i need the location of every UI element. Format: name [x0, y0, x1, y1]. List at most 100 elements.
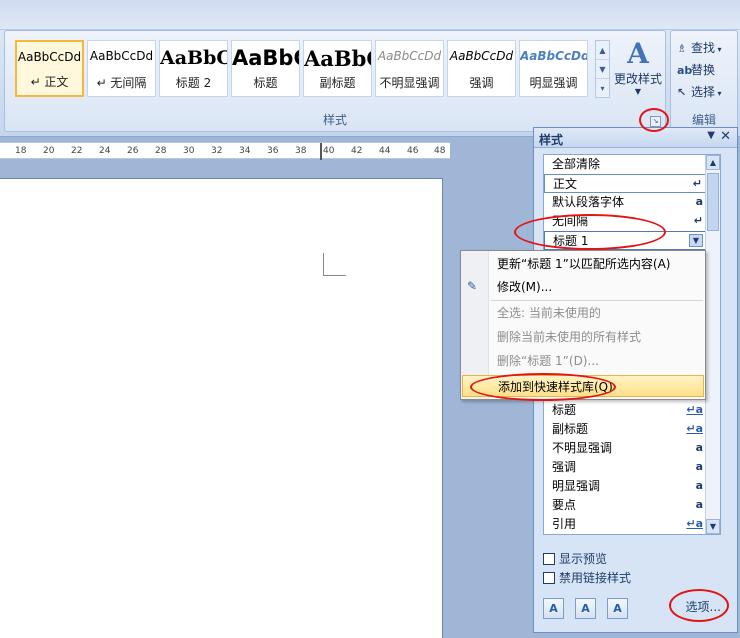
- character-style-icon: a: [695, 498, 703, 511]
- style-item-emphasis[interactable]: 强调 a: [544, 458, 706, 477]
- menu-separator: [491, 300, 703, 301]
- pane-header: 样式 ▼ ✕: [534, 128, 737, 148]
- disable-linked-label: 禁用链接样式: [559, 571, 632, 585]
- style-item-clear-all[interactable]: 全部清除: [544, 155, 706, 174]
- annotation-circle-add-gallery: [470, 373, 616, 401]
- gallery-item-heading-2[interactable]: AaBbC 标题 2: [159, 40, 228, 97]
- style-item-normal[interactable]: 正文 ↵: [544, 174, 706, 193]
- menu-item-remove-unused[interactable]: 删除当前未使用的所有样式: [462, 326, 704, 348]
- paragraph-mark-icon: ↵: [692, 177, 702, 190]
- style-item-intense-emphasis[interactable]: 明显强调 a: [544, 477, 706, 496]
- gallery-scrollbar: ▲ ▼ ▾: [595, 40, 610, 98]
- close-icon[interactable]: ✕: [720, 129, 731, 144]
- quick-style-gallery: AaBbCcDd ↵ 正文 AaBbCcDd ↵ 无间隔 AaBbC 标题 2 …: [15, 40, 593, 98]
- annotation-circle-heading: [514, 214, 666, 250]
- menu-item-delete-style[interactable]: 删除“标题 1”(D)...: [462, 350, 704, 372]
- scroll-thumb[interactable]: [707, 173, 719, 231]
- style-item-strong[interactable]: 要点 a: [544, 496, 706, 515]
- gallery-sample: AaBbC: [232, 46, 299, 70]
- ruler-tick: 30: [183, 146, 195, 156]
- menu-item-modify[interactable]: 修改(M)...: [462, 276, 704, 298]
- chevron-down-icon: ▼: [634, 87, 642, 96]
- gallery-down-button[interactable]: ▼: [596, 60, 609, 79]
- scroll-up-icon[interactable]: ▲: [706, 155, 720, 170]
- gallery-sample: AaBbCcDd: [17, 50, 82, 64]
- style-item-label: 明显强调: [552, 479, 601, 493]
- gallery-sample: AaBbCcDd: [520, 49, 587, 63]
- change-styles-button[interactable]: A 更改样式 ▼: [613, 37, 663, 109]
- pane-options-dropdown-icon[interactable]: ▼: [707, 130, 715, 141]
- change-styles-icon: A: [627, 37, 649, 70]
- replace-label: 替换: [691, 63, 716, 77]
- ruler-tick: 20: [43, 146, 55, 156]
- style-inspector-button[interactable]: A: [575, 598, 596, 619]
- gallery-name: 不明显强调: [379, 76, 440, 90]
- gallery-sample: AaBbCcDd: [449, 49, 514, 63]
- styles-group-label: 样式: [322, 113, 347, 127]
- chevron-down-icon[interactable]: ▼: [689, 234, 703, 247]
- ruler-tick: 44: [379, 146, 391, 156]
- style-item-subtle-emphasis[interactable]: 不明显强调 a: [544, 439, 706, 458]
- menu-item-update-style[interactable]: 更新“标题 1”以匹配所选内容(A): [462, 253, 704, 275]
- cursor-arrow-icon: ↖: [677, 86, 687, 99]
- show-preview-label: 显示预览: [559, 552, 608, 566]
- gallery-item-subtitle[interactable]: AaBbC 副标题: [303, 40, 372, 97]
- margin-corner-mark: [323, 253, 346, 276]
- gallery-item-no-spacing[interactable]: AaBbCcDd ↵ 无间隔: [87, 40, 156, 97]
- show-preview-checkbox[interactable]: 显示预览: [543, 550, 607, 567]
- paragraph-mark-icon: ↵: [693, 214, 703, 227]
- menu-item-select-all-unused[interactable]: 全选: 当前未使用的: [462, 302, 704, 324]
- scroll-down-icon[interactable]: ▼: [706, 519, 720, 534]
- ruler-tick: 18: [15, 146, 27, 156]
- gallery-item-normal[interactable]: AaBbCcDd ↵ 正文: [15, 40, 84, 97]
- ribbon: AaBbCcDd ↵ 正文 AaBbCcDd ↵ 无间隔 AaBbC 标题 2 …: [0, 0, 740, 137]
- right-indent-marker[interactable]: [320, 143, 322, 160]
- style-item-label: 全部清除: [552, 157, 601, 171]
- annotation-circle-launcher: [639, 108, 669, 132]
- select-label: 选择: [691, 85, 716, 99]
- ruler-tick: 22: [71, 146, 83, 156]
- linked-style-icon: ↵a: [686, 422, 703, 435]
- character-style-icon: a: [695, 479, 703, 492]
- style-list-scrollbar[interactable]: ▲ ▼: [705, 155, 720, 534]
- find-label: 查找: [691, 41, 716, 55]
- gallery-up-button[interactable]: ▲: [596, 41, 609, 60]
- new-style-button[interactable]: A: [543, 598, 564, 619]
- annotation-circle-options: [669, 589, 729, 622]
- find-button[interactable]: ♗ 查找 ▾: [677, 39, 722, 56]
- manage-styles-button[interactable]: A: [607, 598, 628, 619]
- style-item-label: 副标题: [552, 422, 589, 436]
- gallery-sample: AaBbC: [304, 46, 371, 71]
- disable-linked-styles-checkbox[interactable]: 禁用链接样式: [543, 569, 631, 586]
- gallery-sample: AaBbCcDd: [377, 49, 442, 63]
- binoculars-icon: ♗: [677, 42, 687, 55]
- style-item-label: 正文: [553, 177, 578, 191]
- replace-icon: ab: [677, 64, 693, 77]
- style-item-quote[interactable]: 引用 ↵a: [544, 515, 706, 534]
- change-styles-label: 更改样式: [613, 72, 662, 86]
- gallery-name: 强调: [469, 76, 494, 90]
- gallery-more-button[interactable]: ▾: [596, 79, 609, 97]
- gallery-item-emphasis[interactable]: AaBbCcDd 强调: [447, 40, 516, 97]
- style-item-label: 标题: [552, 403, 577, 417]
- style-item-title[interactable]: 标题 ↵a: [544, 401, 706, 420]
- replace-button[interactable]: ab替换: [677, 61, 715, 78]
- linked-style-icon: ↵a: [686, 403, 703, 416]
- horizontal-ruler: 18 20 22 24 26 28 30 32 34 36 38 40 42 4…: [0, 142, 450, 160]
- document-page[interactable]: [0, 178, 443, 638]
- ruler-tick: 36: [267, 146, 279, 156]
- style-item-subtitle[interactable]: 副标题 ↵a: [544, 420, 706, 439]
- select-button[interactable]: ↖ 选择 ▾: [677, 83, 722, 100]
- gallery-item-subtle-emphasis[interactable]: AaBbCcDd 不明显强调: [375, 40, 444, 97]
- character-style-icon: a: [695, 460, 703, 473]
- gallery-item-intense-emphasis[interactable]: AaBbCcDd 明显强调: [519, 40, 588, 97]
- gallery-item-title[interactable]: AaBbC 标题: [231, 40, 300, 97]
- style-item-label: 引用: [552, 517, 577, 531]
- pane-title: 样式: [539, 133, 564, 147]
- ruler-tick: 34: [239, 146, 251, 156]
- ruler-tick: 26: [127, 146, 139, 156]
- editing-group-label: 编辑: [691, 113, 716, 127]
- style-item-default-font[interactable]: 默认段落字体 a: [544, 193, 706, 212]
- ruler-tick: 28: [155, 146, 167, 156]
- gallery-name: ↵ 正文: [30, 75, 69, 89]
